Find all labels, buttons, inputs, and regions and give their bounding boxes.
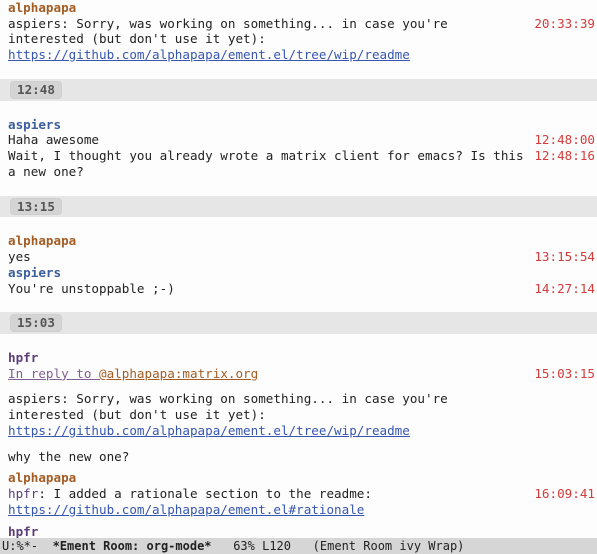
reply-header: In reply to @alphapapa:matrix.org xyxy=(0,366,533,382)
url-link[interactable]: https://github.com/alphapapa/ement.el/tr… xyxy=(8,47,410,62)
sender-label: hpfr xyxy=(8,350,525,366)
message-body: why the new one? xyxy=(0,449,533,465)
message-body: Haha awesome xyxy=(0,132,533,148)
url-link[interactable]: https://github.com/alphapapa/ement.el/tr… xyxy=(8,423,410,438)
user-mention[interactable]: hpfr xyxy=(8,486,38,501)
sender-label: aspiers xyxy=(8,117,525,133)
sender-label: hpfr xyxy=(8,524,525,538)
time-divider: 12:48 xyxy=(0,79,597,101)
buffer-name: *Ement Room: org-mode* xyxy=(53,539,212,553)
url-link[interactable]: https://github.com/alphapapa/ement.el#ra… xyxy=(8,502,364,517)
time-divider: 15:03 xyxy=(0,312,597,334)
timestamp: 20:33:39 xyxy=(533,16,597,32)
message-body: aspiers: Sorry, was working on something… xyxy=(0,16,533,63)
time-divider: 13:15 xyxy=(0,196,597,218)
timestamp: 12:48:16 xyxy=(533,148,597,164)
chat-scrollback: alphapapa aspiers: Sorry, was working on… xyxy=(0,0,597,538)
quoted-message: aspiers: Sorry, was working on something… xyxy=(0,391,533,438)
timestamp: 14:27:14 xyxy=(533,281,597,297)
timestamp: 15:03:15 xyxy=(533,366,597,382)
timestamp: 13:15:54 xyxy=(533,249,597,265)
sender-label: alphapapa xyxy=(8,470,525,486)
message-body: Wait, I thought you already wrote a matr… xyxy=(0,148,533,179)
sender-label: alphapapa xyxy=(8,0,525,16)
reply-target-user[interactable]: @alphapapa:matrix.org xyxy=(99,366,258,381)
message-body: yes xyxy=(0,249,533,265)
mode-line: U:%*- *Ement Room: org-mode* 63% L120 (E… xyxy=(0,538,597,554)
message-body: hpfr: I added a rationale section to the… xyxy=(0,486,533,517)
timestamp: 16:09:41 xyxy=(533,486,597,502)
message-body: You're unstoppable ;-) xyxy=(0,281,533,297)
sender-label: alphapapa xyxy=(8,233,525,249)
timestamp: 12:48:00 xyxy=(533,132,597,148)
sender-label: aspiers xyxy=(8,265,525,281)
